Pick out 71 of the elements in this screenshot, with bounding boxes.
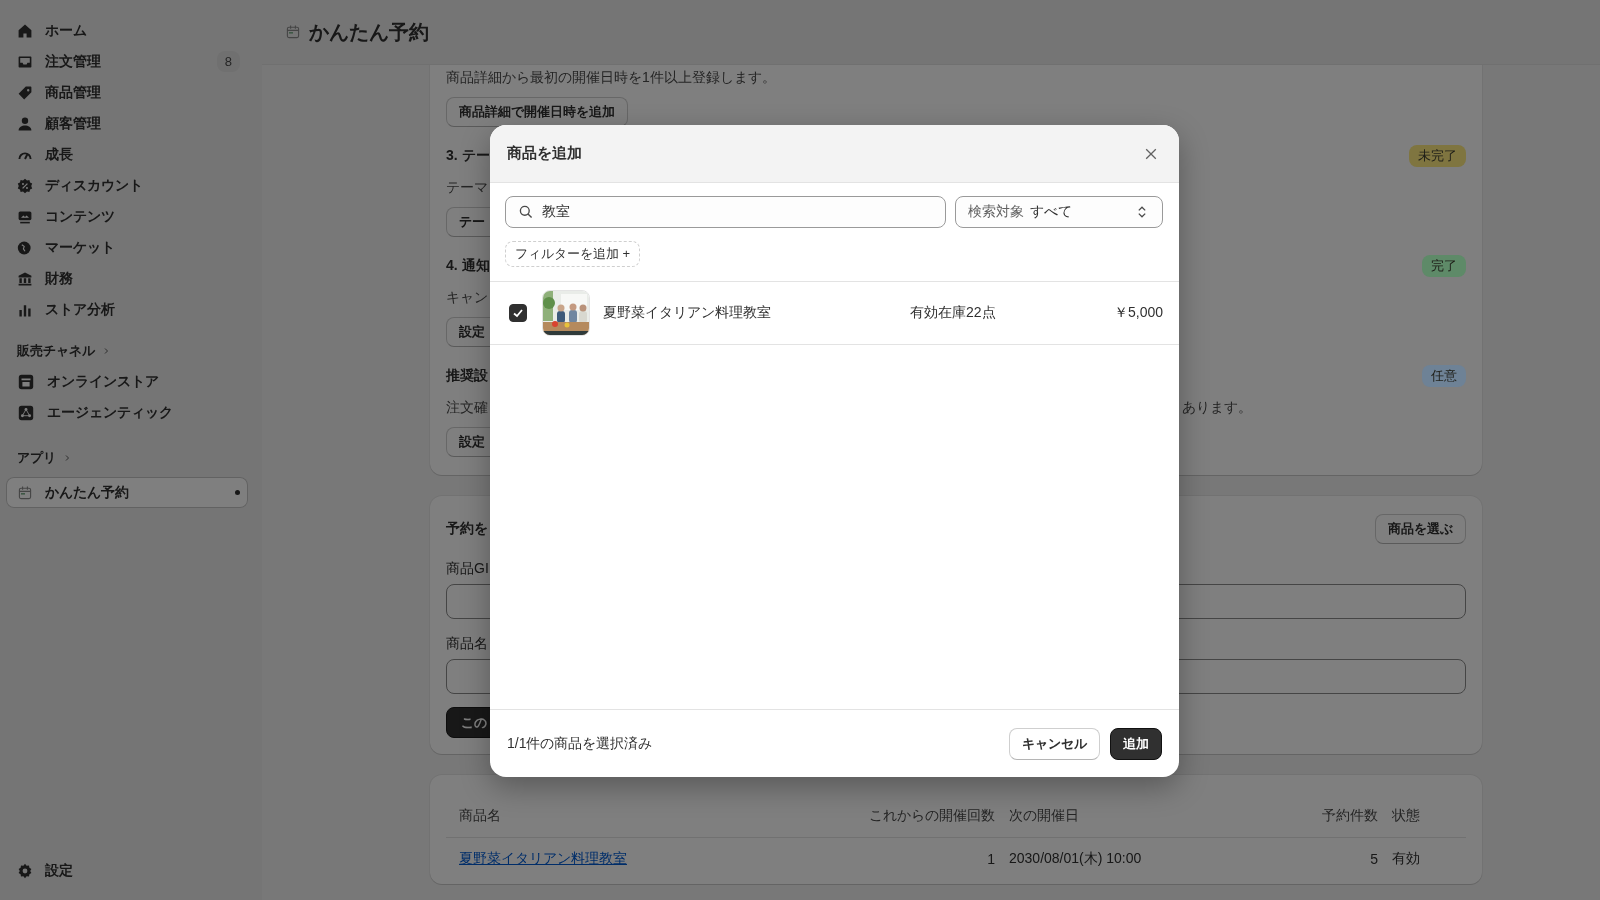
- field-label: 商品名: [446, 634, 489, 653]
- step-text: キャン: [446, 288, 489, 307]
- selection-summary: 1/1件の商品を選択済み: [507, 734, 653, 753]
- status-badge: 任意: [1422, 365, 1466, 387]
- count-badge: 8: [216, 51, 240, 72]
- calendar-icon: [17, 484, 33, 501]
- search-field[interactable]: 教室: [505, 196, 946, 228]
- price-text: ￥5,000: [1113, 304, 1163, 322]
- table-cell-text: 1: [986, 851, 995, 867]
- step-heading: 4. 通知: [446, 257, 490, 275]
- card-title: 予約を: [446, 520, 488, 538]
- monitor-icon: [17, 208, 33, 225]
- nav-item[interactable]: 設定: [6, 855, 248, 886]
- cancel-button[interactable]: キャンセル: [1009, 727, 1100, 760]
- step-text: 注文確: [446, 398, 489, 417]
- column-header: 次の開催日: [1009, 807, 1080, 825]
- nav-item[interactable]: オンラインストア: [6, 366, 248, 397]
- dialog-title: 商品を追加: [507, 144, 582, 163]
- person-icon: [17, 115, 33, 132]
- description-text: 商品詳細から最初の開催日時を1件以上登録します。: [446, 68, 776, 87]
- field-label: 商品GI: [446, 559, 490, 578]
- storefront-icon: [17, 372, 35, 391]
- nav-item[interactable]: 商品管理: [6, 77, 248, 108]
- percent-badge-icon: [17, 177, 33, 194]
- nav-item[interactable]: 財務: [6, 263, 248, 294]
- column-header: 商品名: [459, 807, 502, 825]
- table-cell-text: 5: [1369, 851, 1378, 867]
- add-filter-button[interactable]: フィルターを追加 +: [505, 241, 641, 267]
- section-link[interactable]: 販売チャネル: [6, 335, 248, 366]
- search-icon: [518, 204, 534, 220]
- home-icon: [17, 22, 33, 39]
- column-header: 予約件数: [1321, 807, 1378, 825]
- pick-product-button[interactable]: 商品を選ぶ: [1375, 514, 1466, 544]
- nav-item[interactable]: ディスカウント: [6, 170, 248, 201]
- product-name: 夏野菜イタリアン料理教室: [603, 304, 772, 322]
- section-link[interactable]: アプリ: [6, 442, 248, 473]
- nav-item[interactable]: かんたん予約: [6, 477, 248, 508]
- nav-item[interactable]: 注文管理 8: [6, 46, 248, 77]
- network-icon: [17, 403, 35, 422]
- step-text: テーマ: [446, 178, 489, 197]
- add-date-button[interactable]: 商品詳細で開催日時を追加: [446, 97, 628, 127]
- nav-item[interactable]: エージェンティック: [6, 397, 248, 428]
- checkbox[interactable]: [509, 304, 527, 322]
- checkmark-icon: [512, 307, 524, 319]
- step-heading: 推奨設: [446, 367, 488, 385]
- nav-item[interactable]: 顧客管理: [6, 108, 248, 139]
- nav-item[interactable]: ストア分析: [6, 294, 248, 325]
- nav-item[interactable]: マーケット: [6, 232, 248, 263]
- page-title: かんたん予約: [309, 19, 429, 45]
- status-badge: 完了: [1422, 255, 1466, 277]
- status-badge: 未完了: [1409, 145, 1466, 167]
- search-scope-select[interactable]: 検索対象 すべて: [955, 196, 1163, 228]
- step-heading: 3. テー: [446, 147, 490, 165]
- nav-item[interactable]: コンテンツ: [6, 201, 248, 232]
- inbox-icon: [17, 53, 33, 70]
- column-header: 状態: [1392, 807, 1421, 825]
- stock-text: 有効在庫22点: [910, 304, 996, 322]
- nav-item[interactable]: 成長: [6, 139, 248, 170]
- table-cell-text: 2030/08/01(木) 10:00: [1009, 850, 1143, 868]
- dot-icon: [235, 490, 240, 495]
- bank-icon: [17, 270, 33, 287]
- table-cell-text: 有効: [1392, 850, 1421, 868]
- app-icon: [285, 24, 301, 40]
- settings-icon: [17, 862, 33, 879]
- tag-icon: [17, 84, 33, 101]
- product-row[interactable]: 夏野菜イタリアン料理教室 有効在庫22点 ￥5,000: [490, 282, 1179, 345]
- column-header: これからの開催回数: [868, 807, 995, 825]
- add-button[interactable]: 追加: [1110, 727, 1162, 760]
- step-text: あります。: [1182, 398, 1252, 417]
- product-link[interactable]: 夏野菜イタリアン料理教室: [459, 850, 627, 866]
- nav-item[interactable]: ホーム: [6, 15, 248, 46]
